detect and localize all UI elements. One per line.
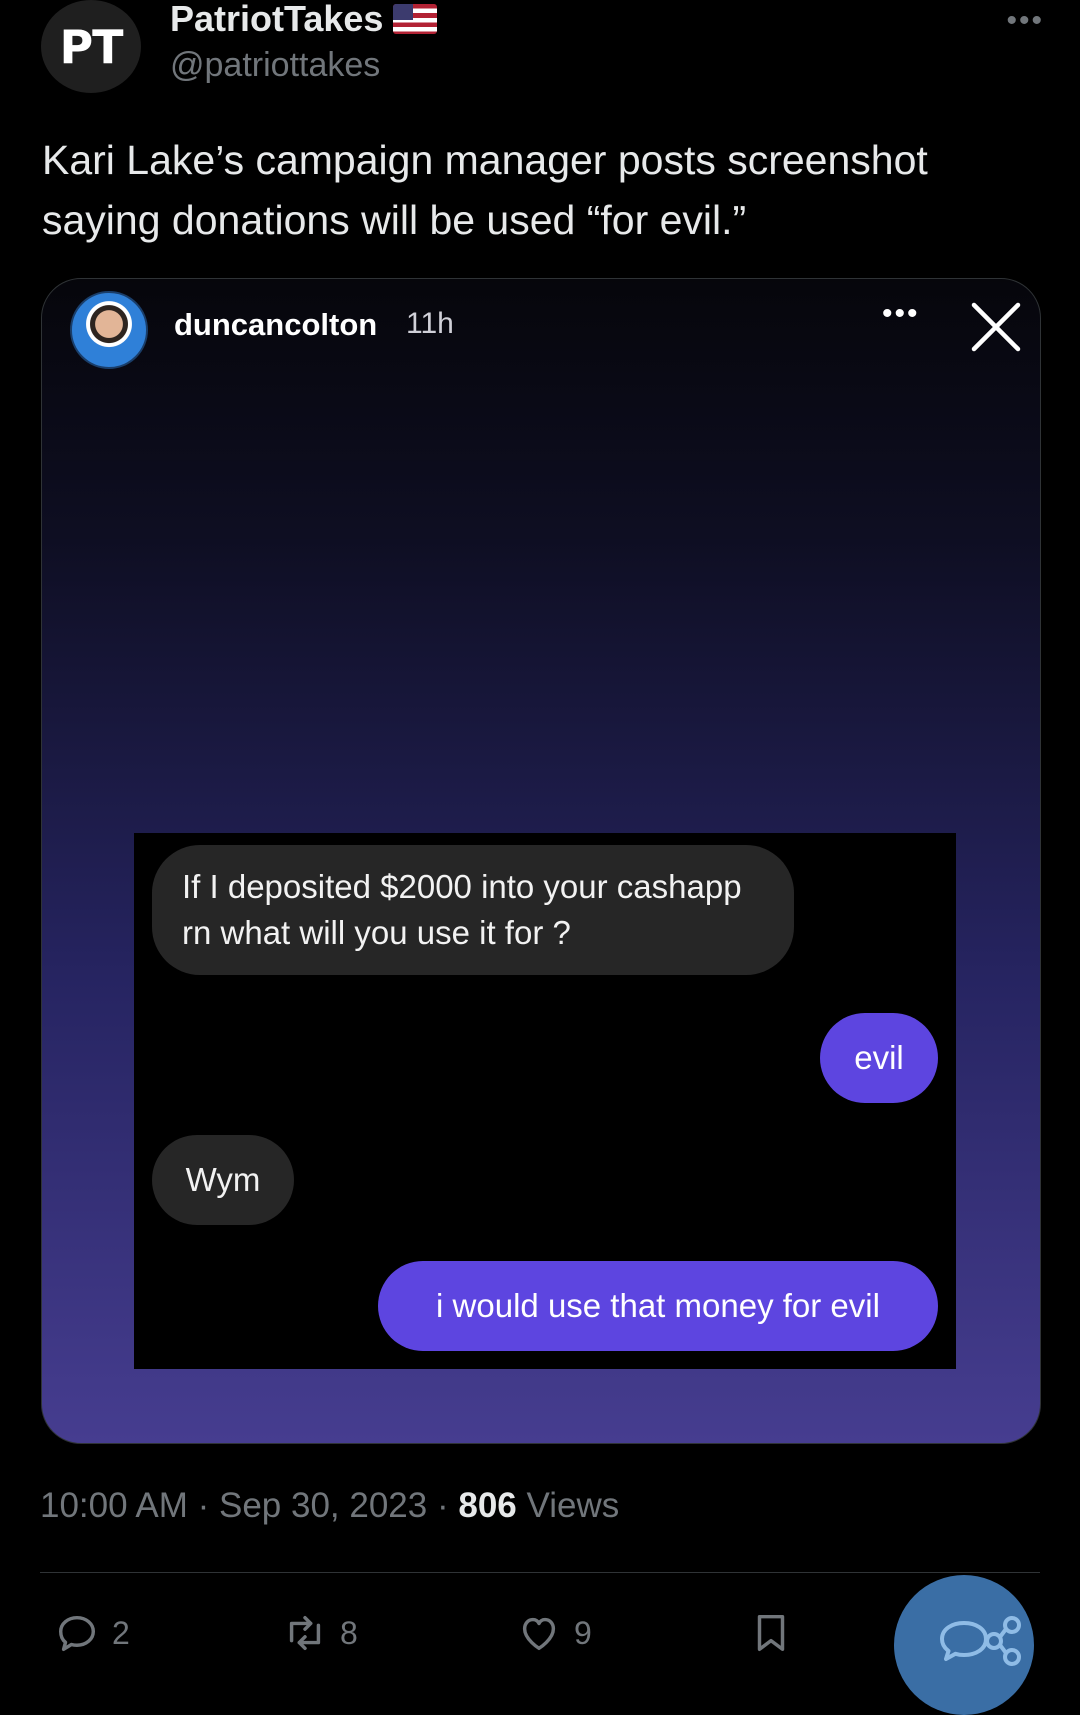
story-time: 11h (406, 307, 454, 340)
share-icon (940, 1616, 1021, 1666)
dm-conversation: If I deposited $2000 into your cashapp r… (134, 833, 956, 1369)
story-username: duncancolton (174, 307, 378, 342)
divider (40, 1572, 1040, 1573)
bookmark-icon (757, 1614, 785, 1652)
message-incoming: If I deposited $2000 into your cashapp r… (152, 845, 794, 975)
reply-count: 2 (112, 1614, 130, 1651)
like-count: 9 (574, 1614, 592, 1651)
post-text: Kari Lake’s campaign manager posts scree… (42, 137, 928, 243)
message-incoming: Wym (152, 1135, 294, 1225)
share-button[interactable] (894, 1575, 1034, 1715)
display-name-text: PatriotTakes (170, 0, 384, 39)
reply-button[interactable]: 2 (54, 1610, 130, 1656)
meta-separator: · (427, 1486, 459, 1525)
views-count: 806 (458, 1486, 517, 1525)
story-avatar (70, 291, 148, 369)
post-media[interactable]: duncancolton 11h ••• If I deposited $200… (41, 278, 1041, 1444)
like-button[interactable]: 9 (516, 1610, 592, 1656)
bookmark-button[interactable] (748, 1610, 794, 1656)
author-handle[interactable]: @patriottakes (170, 46, 380, 85)
post-meta: 10:00 AM · Sep 30, 2023 · 806 Views (40, 1486, 619, 1526)
meta-separator: · (187, 1486, 219, 1525)
story-more-icon: ••• (882, 297, 920, 330)
author-display-name[interactable]: PatriotTakes (170, 0, 438, 40)
post-time: 10:00 AM (40, 1486, 188, 1525)
message-outgoing: evil (820, 1013, 938, 1103)
message-outgoing: i would use that money for evil (378, 1261, 938, 1351)
more-options-button[interactable]: ••• (1006, 4, 1044, 38)
like-icon (522, 1617, 556, 1651)
reply-icon (58, 1615, 96, 1652)
repost-button[interactable]: 8 (282, 1610, 358, 1656)
close-icon (971, 302, 1021, 352)
views-label: Views (516, 1486, 620, 1525)
post-date[interactable]: Sep 30, 2023 (219, 1486, 427, 1525)
avatar-text: PT (59, 19, 123, 74)
author-avatar[interactable]: PT (41, 0, 141, 93)
flag-icon (393, 4, 438, 34)
repost-icon (289, 1615, 321, 1651)
repost-count: 8 (340, 1614, 358, 1651)
